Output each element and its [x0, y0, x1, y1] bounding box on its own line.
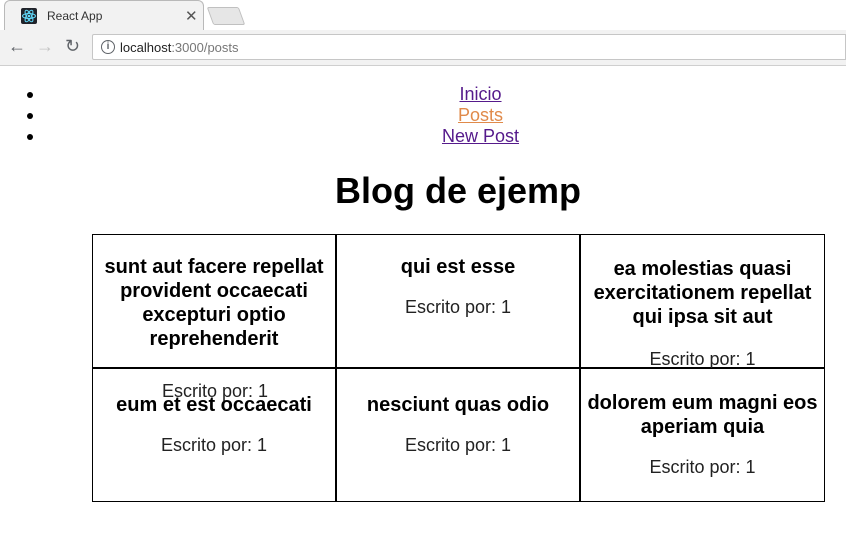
- page-content: Inicio Posts New Post Blog de ejemp sunt…: [0, 66, 846, 557]
- close-tab-icon[interactable]: ✕: [185, 7, 198, 25]
- react-favicon-icon: [21, 8, 37, 24]
- post-title: qui est esse: [400, 256, 516, 278]
- nav-item-posts: Posts: [0, 105, 846, 126]
- address-bar[interactable]: i localhost:3000/posts: [92, 34, 846, 60]
- post-title: sunt aut facere repellat provident occae…: [104, 256, 324, 350]
- bullet-icon: [27, 134, 33, 140]
- url-text[interactable]: localhost:3000/posts: [120, 40, 239, 55]
- nav-link-posts[interactable]: Posts: [458, 105, 503, 125]
- post-title: dolorem eum magni eos aperiam quia: [587, 392, 818, 438]
- post-author: Escrito por: 1: [404, 435, 512, 455]
- back-arrow-icon[interactable]: ←: [8, 37, 26, 55]
- url-host: localhost: [120, 40, 172, 55]
- post-card[interactable]: nesciunt quas odio Escrito por: 1: [336, 368, 580, 502]
- post-card[interactable]: qui est esse Escrito por: 1: [336, 234, 580, 368]
- nav-item-inicio: Inicio: [0, 84, 846, 105]
- post-author: Escrito por: 1: [404, 297, 512, 317]
- reload-icon[interactable]: ↻: [65, 37, 80, 55]
- post-card[interactable]: eum et est occaecati Escrito por: 1: [92, 368, 336, 502]
- post-card[interactable]: ea molestias quasi exercitationem repell…: [580, 234, 825, 369]
- page-title: Blog de ejemp: [334, 170, 582, 211]
- bullet-icon: [27, 113, 33, 119]
- post-card[interactable]: dolorem eum magni eos aperiam quia Escri…: [580, 368, 825, 502]
- posts-grid: sunt aut facere repellat provident occae…: [92, 234, 825, 502]
- new-tab-button[interactable]: [206, 7, 246, 25]
- post-card[interactable]: sunt aut facere repellat provident occae…: [92, 234, 336, 401]
- bullet-icon: [27, 92, 33, 98]
- post-title: ea molestias quasi exercitationem repell…: [593, 258, 812, 328]
- browser-tab-bar: React App ✕: [0, 0, 846, 31]
- post-author: Escrito por: 1: [649, 457, 756, 477]
- post-title: nesciunt quas odio: [366, 394, 550, 416]
- forward-arrow-icon[interactable]: →: [36, 37, 54, 55]
- tab-title: React App: [47, 9, 103, 23]
- post-title: eum et est occaecati: [116, 394, 312, 416]
- info-icon[interactable]: i: [101, 40, 115, 54]
- nav-link-inicio[interactable]: Inicio: [459, 84, 501, 104]
- browser-toolbar: ← → ↻ i localhost:3000/posts: [0, 30, 846, 66]
- post-author: Escrito por: 1: [649, 349, 756, 369]
- post-author: Escrito por: 1: [160, 435, 268, 455]
- url-path: :3000/posts: [171, 40, 239, 55]
- nav-item-new-post: New Post: [0, 126, 846, 147]
- main-nav: Inicio Posts New Post: [0, 84, 846, 147]
- browser-tab[interactable]: React App ✕: [4, 0, 204, 30]
- nav-link-new-post[interactable]: New Post: [442, 126, 519, 146]
